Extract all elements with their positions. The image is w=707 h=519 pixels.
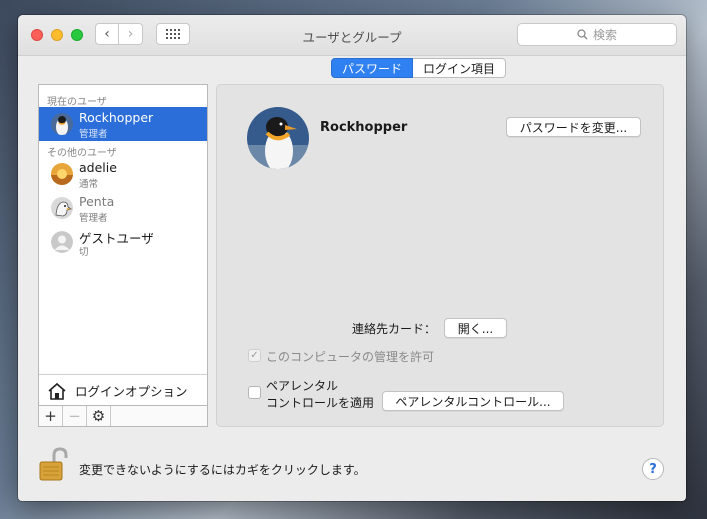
parental-controls-button[interactable]: ペアレンタルコントロール... <box>382 391 564 411</box>
allow-admin-label: このコンピュータの管理を許可 <box>266 350 435 364</box>
action-menu-button[interactable]: ⚙ <box>87 406 111 426</box>
user-full-name: Rockhopper <box>320 120 408 135</box>
user-row-penta[interactable]: Penta 管理者 <box>39 191 207 225</box>
parental-label-line2: コントロールを適用 <box>266 396 375 410</box>
user-name: ゲストユーザ <box>79 231 154 246</box>
guest-silhouette-icon <box>51 231 73 253</box>
checkmark-icon: ✓ <box>250 350 259 361</box>
house-icon <box>48 382 66 400</box>
open-contact-card-button[interactable]: 開く... <box>444 318 507 338</box>
current-users-label: 現在のユーザ <box>47 97 107 108</box>
preferences-window: ‹ › ユーザとグループ 検索 現在のユーザ Rockhopper 管理者 その… <box>18 15 686 501</box>
parental-label-line1: ペアレンタル <box>266 379 339 393</box>
penguin-avatar <box>51 113 73 135</box>
parental-controls-checkbox[interactable] <box>248 386 261 399</box>
eagle-avatar <box>51 197 73 219</box>
title-bar: ‹ › ユーザとグループ 検索 <box>18 15 686 56</box>
penguin-picture-icon <box>247 107 309 169</box>
user-role: 管理者 <box>79 213 108 224</box>
user-row-guest[interactable]: ゲストユーザ 切 <box>39 225 207 259</box>
tab-bar: パスワード ログイン項目 <box>331 58 507 78</box>
sunset-avatar <box>51 163 73 185</box>
search-icon <box>577 29 588 40</box>
unlocked-padlock-icon <box>39 447 68 481</box>
user-role: 切 <box>79 247 89 258</box>
user-name: adelie <box>79 160 117 175</box>
search-placeholder: 検索 <box>592 28 617 42</box>
help-button[interactable]: ? <box>642 458 664 480</box>
user-row-rockhopper[interactable]: Rockhopper 管理者 <box>39 107 207 141</box>
user-list-toolbar: + − ⚙ <box>38 405 208 427</box>
tab-login-items[interactable]: ログイン項目 <box>413 58 507 78</box>
user-list: 現在のユーザ Rockhopper 管理者 その他のユーザ adelie 通常 … <box>38 84 208 427</box>
search-field[interactable]: 検索 <box>517 23 677 46</box>
login-options-label: ログインオプション <box>75 384 188 399</box>
contact-card-label: 連絡先カード： <box>352 322 437 336</box>
user-picture[interactable] <box>247 107 309 169</box>
gear-icon: ⚙ <box>91 407 106 425</box>
lock-button[interactable] <box>38 447 70 481</box>
tab-password[interactable]: パスワード <box>331 58 414 78</box>
lock-hint-text: 変更できないようにするにはカギをクリックします。 <box>79 463 366 477</box>
change-password-button[interactable]: パスワードを変更... <box>506 117 641 137</box>
user-role: 通常 <box>79 179 99 190</box>
login-options-item[interactable]: ログインオプション <box>39 374 207 406</box>
user-role: 管理者 <box>79 129 108 140</box>
user-name: Penta <box>79 194 115 209</box>
allow-admin-checkbox[interactable]: ✓ <box>248 349 261 362</box>
add-user-button[interactable]: + <box>39 406 63 426</box>
remove-user-button[interactable]: − <box>63 406 87 426</box>
user-name: Rockhopper <box>79 110 154 125</box>
user-row-adelie[interactable]: adelie 通常 <box>39 157 207 191</box>
